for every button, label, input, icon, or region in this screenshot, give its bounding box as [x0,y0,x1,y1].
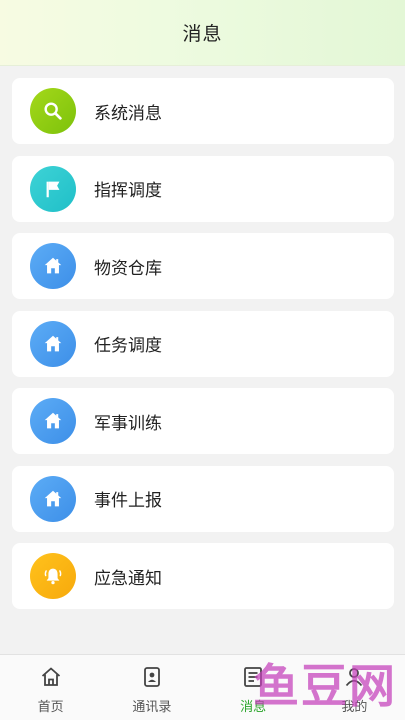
contacts-icon [140,665,164,693]
home-outline-icon [39,665,63,693]
menu-item-military-training[interactable]: 军事训练 [12,388,394,454]
menu-item-label: 任务调度 [94,336,162,356]
home-icon [30,320,76,367]
top-header: 消息 [0,0,405,66]
tab-profile[interactable]: 我的 [304,655,405,720]
menu-item-label: 事件上报 [94,491,162,511]
user-icon [342,665,366,693]
tab-messages[interactable]: 消息 [203,655,304,720]
menu-item-label: 指挥调度 [94,181,162,201]
menu-item-label: 军事训练 [94,413,162,434]
message-category-list: 系统消息 指挥调度 物资仓库 任务调度 军事训练 事件上报 应急通知 [12,78,394,621]
flag-icon [30,165,76,212]
bottom-tab-bar: 首页 通讯录 消息 我的 [0,654,405,720]
home-icon [30,243,76,289]
menu-item-label: 应急通知 [94,568,162,589]
bell-icon [30,553,76,599]
tab-home[interactable]: 首页 [0,655,101,720]
home-icon [30,398,76,444]
menu-item-label: 系统消息 [94,103,162,124]
tab-label: 我的 [341,700,368,715]
message-icon [241,665,265,693]
menu-item-emergency-notice[interactable]: 应急通知 [12,543,394,609]
menu-item-label: 物资仓库 [94,258,162,279]
menu-item-event-report[interactable]: 事件上报 [12,465,394,532]
menu-item-task-dispatch[interactable]: 任务调度 [12,310,394,377]
menu-item-command-dispatch[interactable]: 指挥调度 [12,155,394,222]
tab-label: 消息 [240,700,267,715]
home-icon [30,475,76,522]
menu-item-system-messages[interactable]: 系统消息 [12,78,394,144]
tab-label: 首页 [37,700,64,715]
page-title: 消息 [182,23,223,45]
menu-item-material-warehouse[interactable]: 物资仓库 [12,233,394,299]
search-icon [30,88,76,134]
tab-label: 通讯录 [132,700,172,715]
tab-contacts[interactable]: 通讯录 [101,655,202,720]
